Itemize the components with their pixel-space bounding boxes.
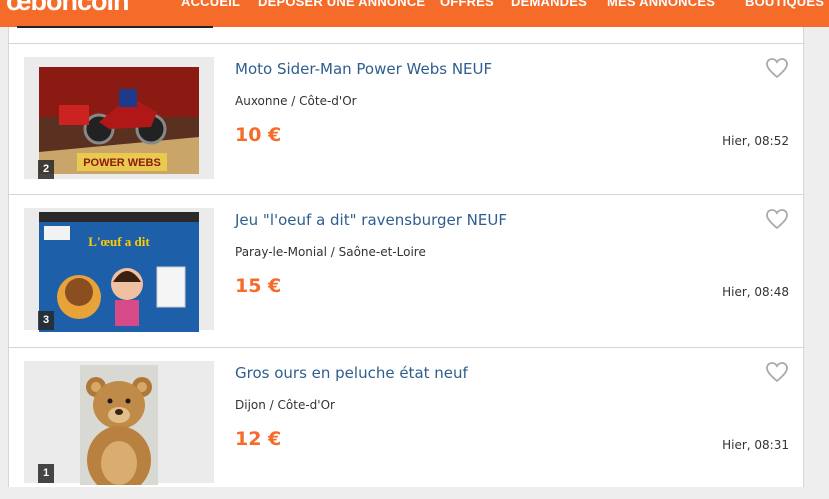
listing-photo: L'œuf a dit: [39, 212, 199, 332]
listing-location: Paray-le-Monial / Saône-et-Loire: [235, 245, 426, 259]
listing-title[interactable]: Jeu "l'oeuf a dit" ravensburger NEUF: [235, 211, 507, 229]
listing-photo: POWER WEBS: [39, 67, 199, 174]
heart-outline-icon[interactable]: [765, 208, 789, 230]
photo-count-badge: 2: [38, 160, 54, 179]
nav-post-ad[interactable]: DÉPOSER UNE ANNONCE: [258, 0, 425, 9]
nav-my-ads[interactable]: MES ANNONCES: [607, 0, 715, 9]
listing-item[interactable]: 1 Gros ours en peluche état neuf Dijon /…: [8, 347, 803, 499]
listing-price: 12 €: [235, 428, 282, 450]
site-logo[interactable]: œboncoin: [6, 0, 129, 17]
listing-item[interactable]: L'œuf a dit 3 Jeu "l'oeuf a dit" ravensb…: [8, 194, 803, 346]
listing-date: Hier, 08:52: [722, 134, 789, 148]
listing-photo: [80, 365, 158, 485]
listing-title[interactable]: Moto Sider-Man Power Webs NEUF: [235, 60, 492, 78]
listing-date: Hier, 08:31: [722, 438, 789, 452]
photo-caption: L'œuf a dit: [88, 234, 150, 249]
listing-location: Auxonne / Côte-d'Or: [235, 94, 357, 108]
listing-date: Hier, 08:48: [722, 285, 789, 299]
photo-count-badge: 3: [38, 311, 54, 330]
nav-home[interactable]: ACCUEIL: [181, 0, 240, 9]
listing-thumbnail[interactable]: POWER WEBS 2: [24, 57, 214, 179]
photo-count-badge: 1: [38, 464, 54, 483]
nav-shops[interactable]: BOUTIQUES: [745, 0, 824, 9]
listing-item[interactable]: POWER WEBS 2 Moto Sider-Man Power Webs N…: [8, 43, 803, 195]
top-navigation-bar: œboncoin ACCUEIL DÉPOSER UNE ANNONCE OFF…: [0, 0, 829, 27]
nav-requests[interactable]: DEMANDES: [511, 0, 587, 9]
listing-price: 10 €: [235, 124, 282, 146]
nav-offers[interactable]: OFFRES: [440, 0, 494, 9]
listing-thumbnail[interactable]: L'œuf a dit 3: [24, 208, 214, 332]
photo-caption: POWER WEBS: [83, 157, 161, 169]
listing-price: 15 €: [235, 275, 282, 297]
heart-outline-icon[interactable]: [765, 57, 789, 79]
listing-title[interactable]: Gros ours en peluche état neuf: [235, 364, 468, 382]
heart-outline-icon[interactable]: [765, 361, 789, 383]
previous-listing-edge: [17, 26, 213, 28]
listing-location: Dijon / Côte-d'Or: [235, 398, 335, 412]
